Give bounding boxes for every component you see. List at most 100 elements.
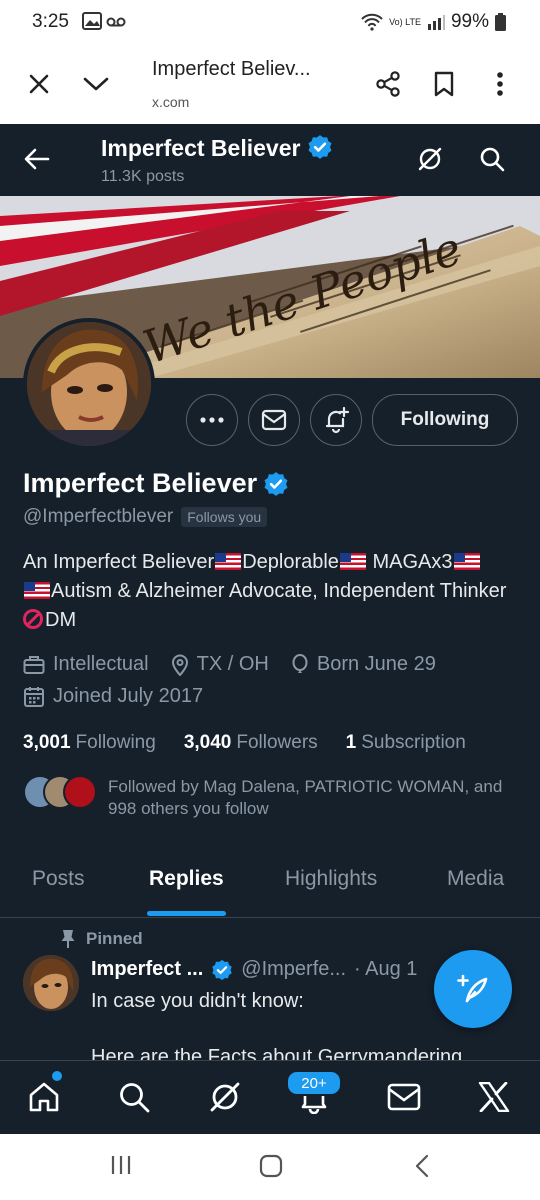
home-icon[interactable] (22, 1075, 66, 1119)
battery-percent: 99% (450, 11, 489, 32)
avatar[interactable] (23, 955, 79, 1011)
us-flag-icon (215, 553, 242, 570)
tab-replies[interactable]: Replies (149, 867, 224, 891)
verified-icon (308, 135, 332, 159)
following-label: Following (75, 732, 156, 753)
follows-you-badge: Follows you (181, 507, 268, 527)
voicemail-icon (106, 17, 126, 27)
bio-text: DM (45, 609, 77, 631)
feather-plus-icon (457, 974, 488, 1003)
subscription-label: Subscription (361, 732, 466, 753)
avatar[interactable] (23, 318, 155, 450)
birthday-item: Born June 29 (291, 653, 436, 676)
location-pin-icon (171, 654, 188, 676)
profile-header-bar: Imperfect Believer 11.3K posts (0, 124, 540, 196)
followers-count: 3,040 (183, 732, 232, 753)
us-flag-icon (24, 582, 50, 599)
profile-name: Imperfect Believer (23, 468, 258, 498)
following-button[interactable]: Following (372, 394, 518, 446)
more-options-button[interactable] (186, 394, 238, 446)
compose-button[interactable] (434, 950, 512, 1028)
tab-media[interactable]: Media (447, 867, 504, 891)
back-button-icon[interactable] (414, 1154, 430, 1178)
avatar (63, 775, 97, 809)
bio-text: Deplorable (242, 551, 339, 573)
system-navigation-bar (0, 1134, 540, 1200)
followed-by-text[interactable]: Followed by Mag Dalena, PATRIOTIC WOMAN,… (108, 776, 528, 820)
follow-counts: 3,001 Following 3,040 Followers 1 Subscript… (23, 732, 494, 754)
profile-joined-row: Joined July 2017 (23, 685, 225, 708)
browser-toolbar: Imperfect Believ... x.com (0, 46, 540, 125)
briefcase-icon (23, 655, 45, 674)
share-icon[interactable] (372, 68, 404, 100)
calendar-icon (24, 686, 44, 707)
browser-page-title: Imperfect Believ... (152, 58, 311, 80)
battery-icon (495, 13, 506, 31)
header-name: Imperfect Believer (101, 134, 333, 162)
category-item: Intellectual (23, 653, 149, 676)
balloon-icon (292, 653, 308, 673)
x-logo-icon[interactable] (472, 1075, 516, 1119)
search-icon[interactable] (474, 141, 510, 177)
gallery-icon (82, 12, 102, 30)
recent-apps-icon[interactable] (110, 1154, 132, 1176)
followers-label: Followers (236, 732, 318, 753)
signal-icon (427, 15, 445, 30)
tweet-author-name[interactable]: Imperfect ... (91, 958, 203, 981)
category-text: Intellectual (53, 653, 149, 675)
network-label: Vo) LTE (389, 16, 421, 27)
envelope-icon (261, 409, 287, 431)
tweet-text-continued[interactable]: Here are the Facts about Gerrymandering (91, 1046, 462, 1060)
bottom-navigation: 20+ (0, 1060, 540, 1135)
profile-handle-row: @Imperfectblever Follows you (23, 506, 268, 528)
birthday-text: Born June 29 (316, 653, 436, 675)
active-tab-indicator (147, 911, 226, 916)
tab-posts[interactable]: Posts (32, 867, 85, 891)
no-entry-icon (23, 609, 43, 629)
followers-count-link[interactable]: 3,040 Followers (184, 732, 318, 754)
message-button[interactable] (248, 394, 300, 446)
back-arrow-icon[interactable] (19, 141, 55, 177)
following-count: 3,001 (23, 732, 71, 753)
grok-icon[interactable] (412, 141, 448, 177)
profile-bio: An Imperfect Believer Deplorable MAGAx3 A… (23, 548, 523, 635)
bookmark-icon[interactable] (428, 68, 460, 100)
tweet-author-handle: @Imperfe... (241, 958, 347, 980)
following-count-link[interactable]: 3,001 Following (23, 732, 156, 754)
joined-item: Joined July 2017 (23, 685, 203, 708)
bio-text: Autism & Alzheimer Advocate, Independent… (51, 580, 507, 602)
pinned-label-row: Pinned (60, 929, 143, 949)
wifi-icon (361, 13, 383, 31)
us-flag-icon (339, 553, 366, 570)
subscription-count-link[interactable]: 1 Subscription (346, 732, 466, 754)
location-item: TX / OH (171, 653, 269, 676)
profile-meta-row: Intellectual TX / OH Born June 29 (23, 653, 458, 676)
chevron-down-icon[interactable] (80, 68, 112, 100)
subscription-count: 1 (345, 732, 357, 753)
profile-handle: @Imperfectblever (23, 506, 174, 527)
us-flag-icon (453, 553, 480, 570)
notifications-badge: 20+ (286, 1070, 342, 1096)
status-time: 3:25 (32, 11, 69, 32)
close-icon[interactable] (23, 68, 55, 100)
bio-text: An Imperfect Believer (23, 551, 215, 573)
notify-button[interactable] (310, 394, 362, 446)
tweet-text[interactable]: In case you didn't know: (91, 990, 304, 1013)
grok-icon[interactable] (203, 1075, 247, 1119)
browser-url[interactable]: x.com (152, 94, 189, 110)
home-button-icon[interactable] (259, 1154, 283, 1178)
location-text: TX / OH (196, 653, 269, 675)
home-unread-dot (52, 1071, 62, 1081)
profile-tabs: Posts Replies Highlights Media (0, 855, 540, 918)
more-vert-icon[interactable] (484, 68, 516, 100)
pin-icon (61, 930, 75, 948)
search-icon[interactable] (112, 1075, 156, 1119)
bell-plus-icon (325, 406, 350, 434)
tab-highlights[interactable]: Highlights (285, 867, 377, 891)
pinned-label: Pinned (86, 929, 143, 948)
envelope-icon[interactable] (382, 1075, 426, 1119)
more-horizontal-icon (200, 417, 224, 423)
status-bar: 3:25 Vo) LTE 99% (0, 0, 540, 46)
bio-text: MAGAx3 (366, 551, 453, 573)
joined-text: Joined July 2017 (53, 685, 204, 707)
